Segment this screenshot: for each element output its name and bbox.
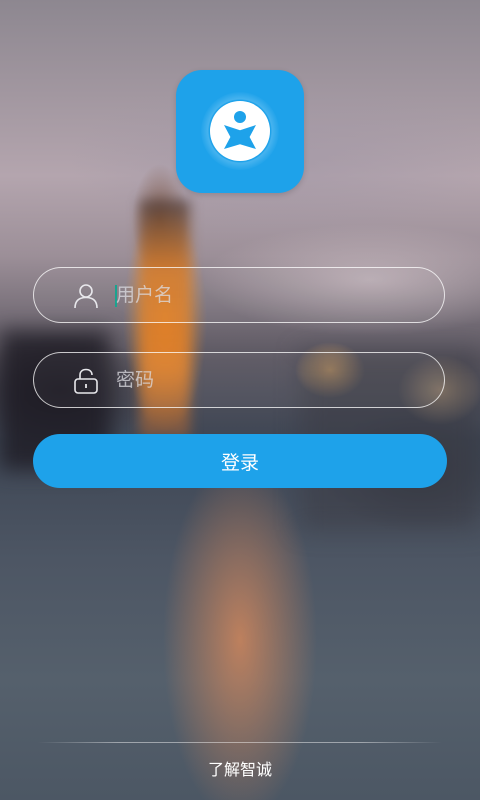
password-input[interactable] (116, 353, 416, 407)
logo-person-head (234, 111, 246, 123)
login-screen: 登录 了解智诚 (0, 0, 480, 800)
username-input[interactable] (116, 268, 416, 322)
user-icon (74, 284, 98, 309)
lock-icon (74, 368, 98, 394)
login-button[interactable]: 登录 (33, 434, 447, 488)
logo-person-icon (210, 101, 270, 161)
username-field[interactable] (33, 267, 445, 323)
logo-person-body (224, 125, 256, 149)
footer-divider (38, 742, 442, 743)
about-link[interactable]: 了解智诚 (0, 756, 480, 780)
app-logo (176, 70, 304, 193)
password-field[interactable] (33, 352, 445, 408)
